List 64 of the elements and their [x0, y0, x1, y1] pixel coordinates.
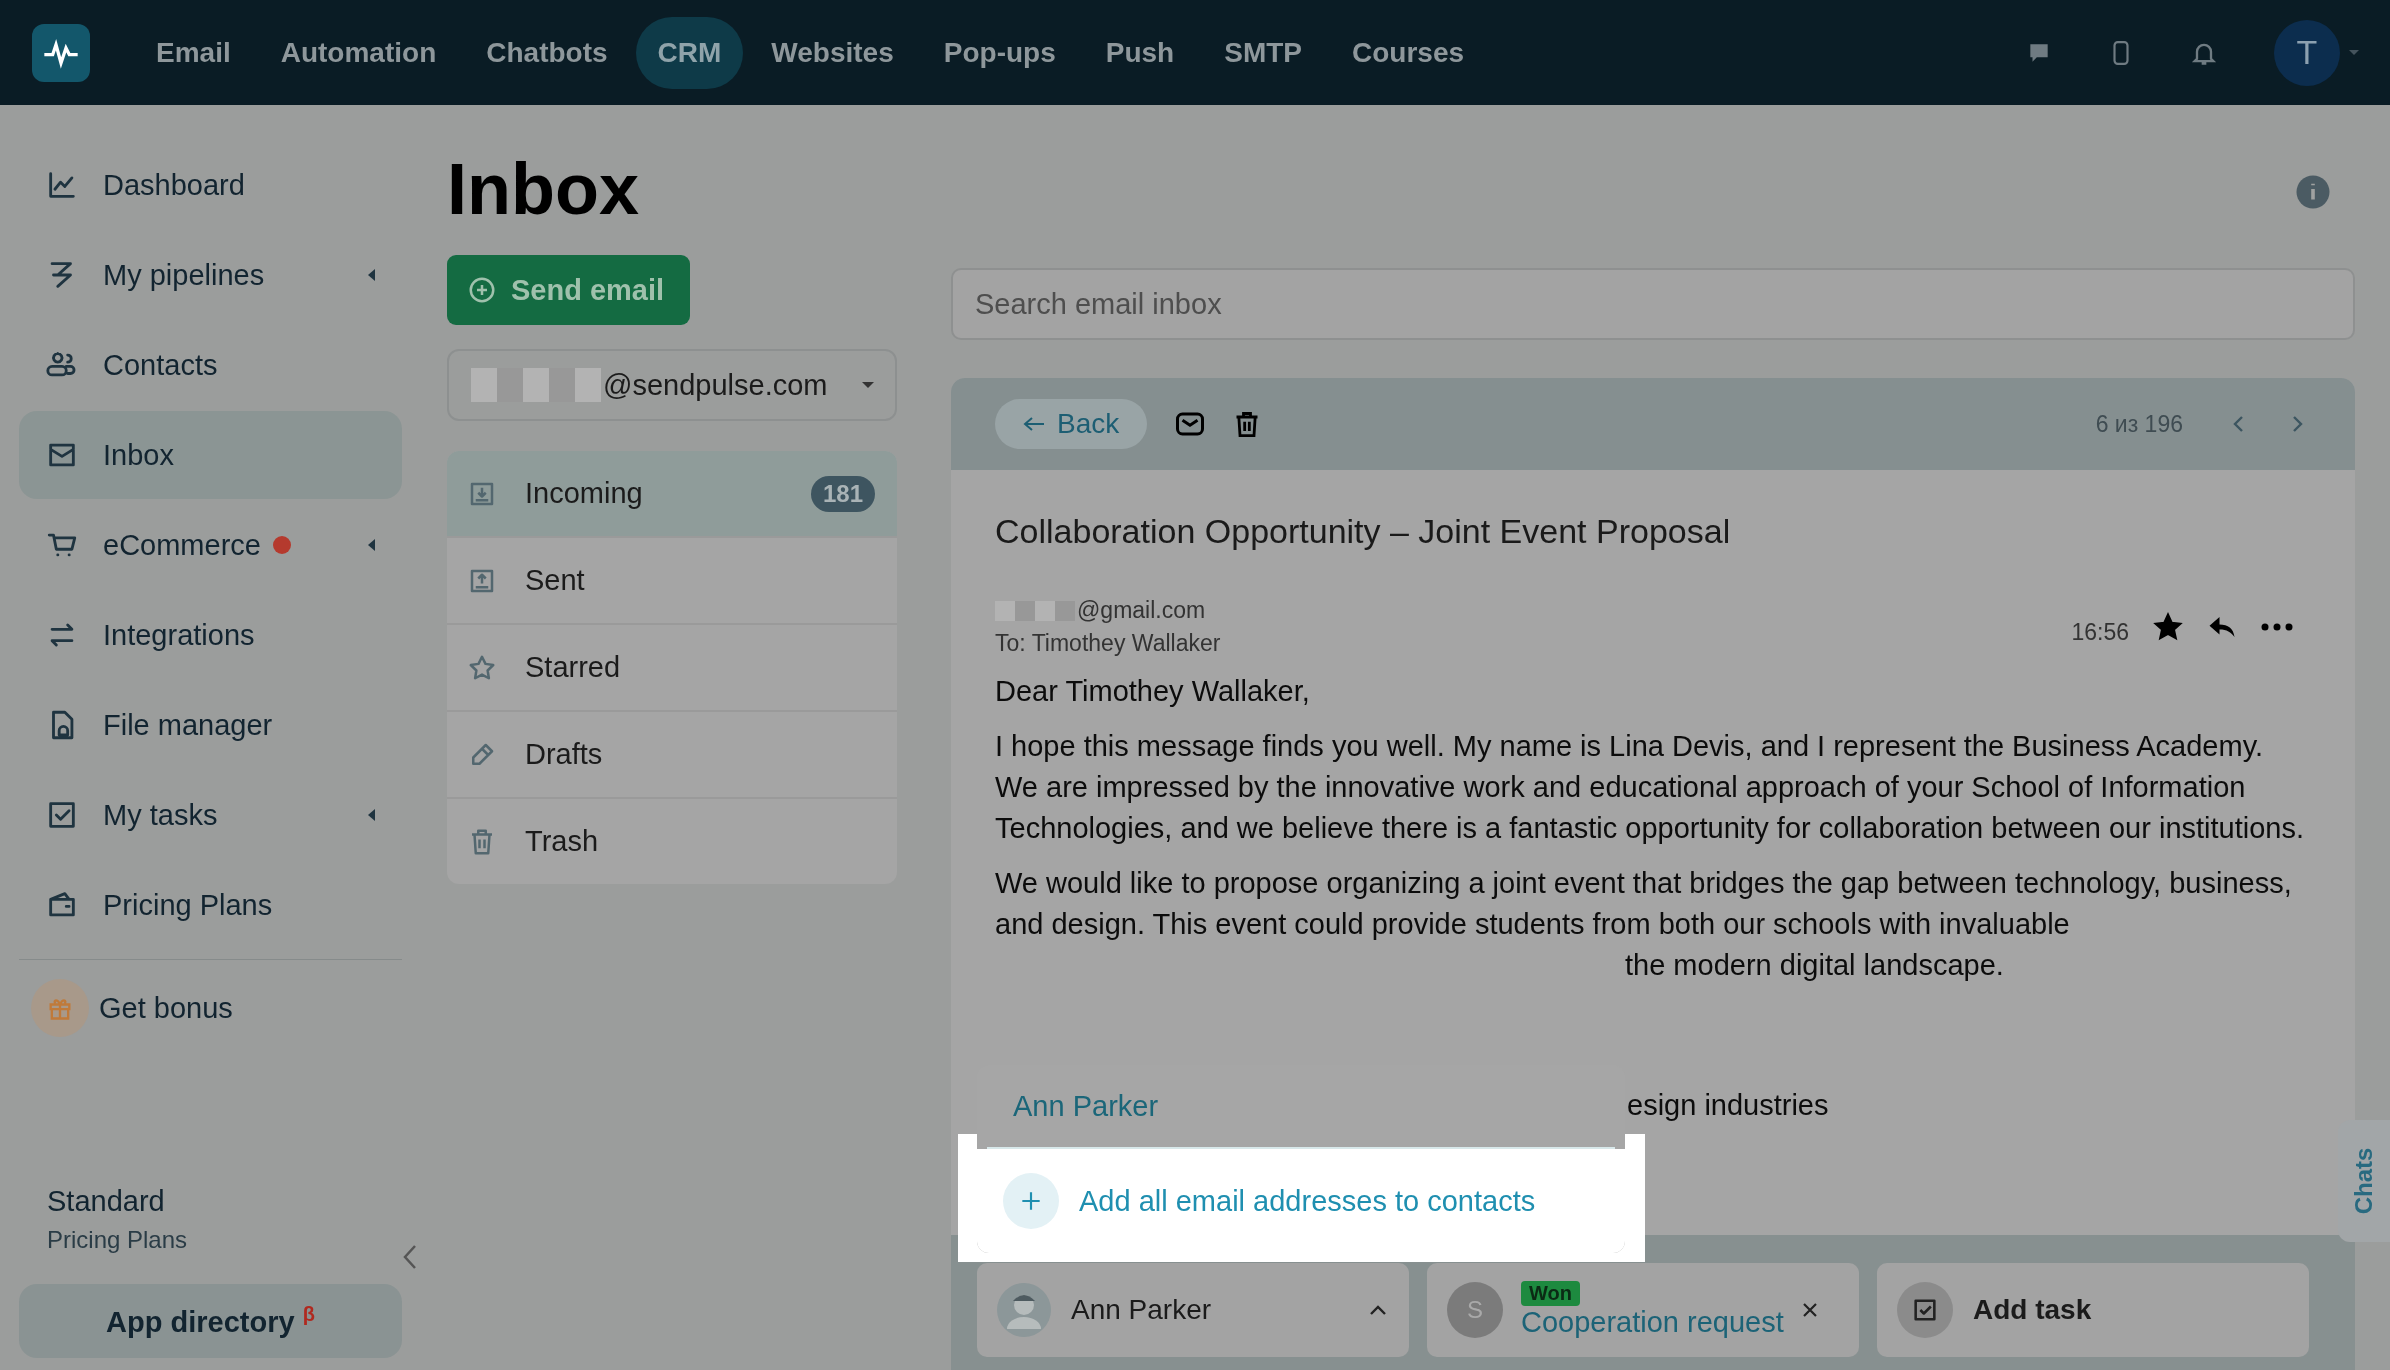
collapse-icon[interactable]	[402, 1244, 418, 1270]
message-position: 6 из 196	[2095, 410, 2183, 438]
send-email-button[interactable]: Send email	[447, 255, 691, 325]
info-icon[interactable]	[2295, 174, 2331, 210]
sidebar-item[interactable]: Integrations	[19, 591, 402, 679]
folder-item[interactable]: Starred	[447, 623, 897, 710]
folder-item[interactable]: Trash	[447, 797, 897, 884]
notification-dot	[272, 536, 291, 554]
sidebar-item[interactable]: eCommerce	[19, 501, 402, 589]
contact-card[interactable]: Ann Parker	[977, 1263, 1409, 1357]
nav-tab[interactable]: Pop-ups	[921, 16, 1078, 89]
nav-tab[interactable]: Email	[134, 16, 253, 89]
nav-tab[interactable]: SMTP	[1202, 16, 1324, 89]
envelope-icon[interactable]	[1175, 411, 1206, 437]
email-text: the modern digital landscape.	[1625, 949, 2004, 981]
folder-item[interactable]: Drafts	[447, 710, 897, 797]
caret-icon[interactable]	[366, 538, 376, 552]
sidebar-item[interactable]: My tasks	[19, 771, 402, 859]
sidebar-item[interactable]: Get bonus	[19, 964, 402, 1052]
status-badge: Won	[1521, 1281, 1580, 1306]
user-avatar[interactable]: T	[2274, 19, 2340, 86]
caret-icon[interactable]	[366, 268, 376, 282]
sidebar-item[interactable]: My pipelines	[19, 231, 402, 319]
email-paragraph: I hope this message finds you well. My name is Lina Devis, and I represent the Business Academy. We are impressed by the innovative work and educational approach of your School of Information Technologies, and we believe there is a fantastic opportunity for collaboration between our institutions.	[995, 729, 2305, 846]
search-field[interactable]: Search email inbox	[951, 268, 2355, 340]
close-icon[interactable]	[1801, 1302, 1818, 1318]
sidebar-item[interactable]: Inbox	[19, 411, 402, 499]
avatar-icon	[997, 1283, 1051, 1337]
add-task-button[interactable]: Add task	[1877, 1263, 2309, 1357]
page-title: Inbox	[447, 153, 640, 225]
plan-name: Standard	[46, 1185, 166, 1218]
email-greeting: Dear Timothey Wallaker,	[995, 674, 1311, 709]
email-text: esign industries	[1627, 1089, 1829, 1121]
nav-tab[interactable]: CRM	[635, 16, 744, 89]
sidebar-item[interactable]: Pricing Plans	[19, 861, 402, 949]
star-icon[interactable]	[2153, 612, 2183, 642]
nav-tab[interactable]: Automation	[258, 16, 459, 89]
more-icon[interactable]	[2261, 623, 2293, 631]
folder-item[interactable]: Incoming 181	[447, 451, 897, 536]
unread-count: 181	[810, 475, 875, 512]
nav-tab[interactable]: Chatbots	[464, 16, 630, 89]
caret-icon[interactable]	[861, 381, 875, 389]
plan-caption[interactable]: Pricing Plans	[19, 1226, 402, 1254]
sidebar-item[interactable]: Dashboard	[19, 141, 402, 229]
mailbox-select[interactable]: @sendpulse.com	[447, 349, 897, 421]
caret-icon[interactable]	[366, 808, 376, 822]
sidebar-item[interactable]: File manager	[19, 681, 402, 769]
sender-address: @gmail.com	[1077, 597, 1206, 624]
recipient-line: To: Timothey Wallaker	[995, 630, 1221, 657]
arrow-left-icon	[1023, 416, 1045, 432]
nav-tab[interactable]: Websites	[749, 16, 916, 89]
folder-item[interactable]: Sent	[447, 536, 897, 623]
message-time: 16:56	[2071, 618, 2129, 646]
chevron-up-icon[interactable]	[1369, 1304, 1387, 1316]
sidebar-item[interactable]: Contacts	[19, 321, 402, 409]
add-contacts-option[interactable]: Add all email addresses to contacts	[977, 1149, 1625, 1253]
logo-icon[interactable]	[32, 23, 90, 82]
app-directory-button[interactable]: App directory $^{β}$	[19, 1284, 402, 1358]
nav-tab[interactable]: Push	[1083, 16, 1197, 89]
plus-icon	[1003, 1173, 1059, 1229]
nav-tab[interactable]: Courses	[1330, 16, 1487, 89]
checkbox-icon	[1897, 1282, 1953, 1338]
email-subject: Collaboration Opportunity – Joint Event Proposal	[995, 512, 1732, 551]
plus-circle-icon	[467, 275, 497, 305]
